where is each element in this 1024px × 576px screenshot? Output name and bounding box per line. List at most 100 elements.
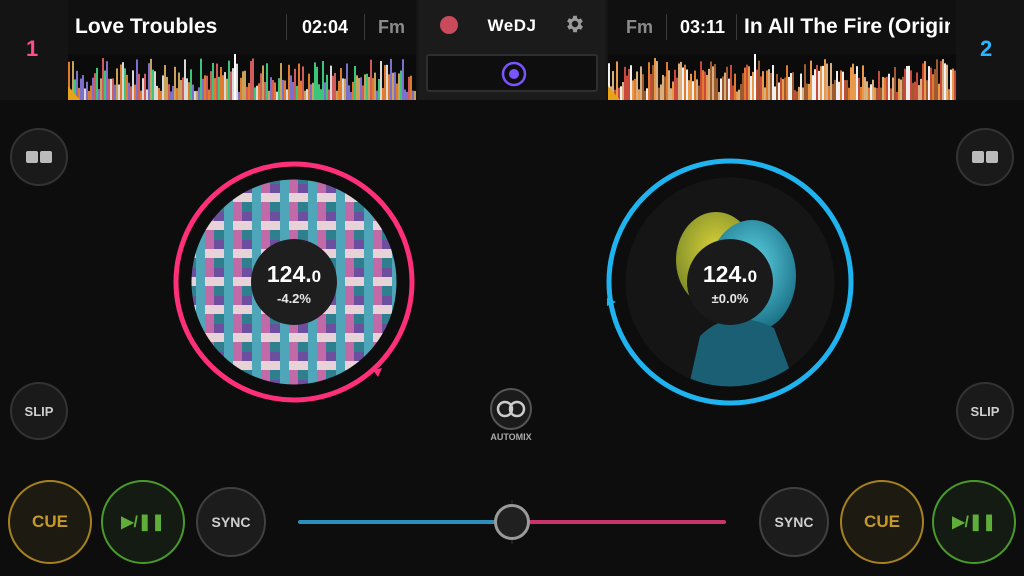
waveform-bar <box>810 60 812 100</box>
divider <box>736 14 737 40</box>
waveform-bar <box>752 71 754 100</box>
top-bar: 1 2 Love Troubles 02:04 Fm WeDJ Fm 03:11… <box>0 0 1024 100</box>
deck-a-split-view-button[interactable] <box>10 128 68 186</box>
waveform-bar <box>702 70 704 100</box>
waveform-bar <box>898 78 900 100</box>
waveform-bar <box>310 84 312 100</box>
waveform-bar <box>196 90 198 100</box>
waveform-bar <box>764 87 766 100</box>
deck-b-waveform[interactable] <box>608 54 956 100</box>
waveform-bar <box>116 68 118 100</box>
waveform-bar <box>368 76 370 100</box>
waveform-bar <box>704 71 706 100</box>
waveform-bar <box>776 73 778 100</box>
deck-a-pitch: -4.2% <box>277 291 311 306</box>
waveform-bar <box>296 85 298 100</box>
waveform-bar <box>158 87 160 100</box>
deck-a-slip-button[interactable]: SLIP <box>10 382 68 440</box>
waveform-bar <box>254 87 256 100</box>
waveform-bar <box>826 63 828 100</box>
waveform-bar <box>224 72 226 100</box>
waveform-bar <box>232 68 234 100</box>
deck-b-jog-wheel[interactable]: 124.0 ±0.0% <box>604 156 856 408</box>
waveform-bar <box>720 78 722 100</box>
deck-a-track-title: Love Troubles <box>75 15 218 38</box>
center-panel: WeDJ <box>418 0 606 100</box>
waveform-bar <box>222 75 224 100</box>
deck-a-waveform[interactable] <box>68 54 416 100</box>
waveform-bar <box>892 77 894 100</box>
waveform-bar <box>912 82 914 100</box>
waveform-bar <box>184 59 186 100</box>
deck-a-jog-wheel[interactable]: 124.0 -4.2% <box>168 156 420 408</box>
deck-b-slip-button[interactable]: SLIP <box>956 382 1014 440</box>
waveform-bar <box>948 89 950 100</box>
waveform-bar <box>132 70 134 100</box>
waveform-bar <box>88 90 90 100</box>
waveform-bar <box>938 83 940 100</box>
waveform-bar <box>330 65 332 100</box>
waveform-bar <box>314 62 316 100</box>
waveform-bar <box>282 79 284 100</box>
waveform-bar <box>744 67 746 100</box>
waveform-bar <box>298 63 300 100</box>
waveform-bar <box>904 68 906 100</box>
waveform-bar <box>866 81 868 100</box>
deck-a-bpm: 124. <box>266 261 312 287</box>
waveform-bar <box>176 88 178 100</box>
waveform-bar <box>212 62 214 100</box>
waveform-bar <box>868 87 870 100</box>
waveform-bar <box>260 73 262 100</box>
waveform-bar <box>264 81 266 100</box>
waveform-bar <box>890 88 892 100</box>
waveform-bar <box>164 65 166 100</box>
waveform-bar <box>412 90 414 100</box>
deck-a-play-pause-button[interactable]: ▶/❚❚ <box>101 480 185 564</box>
center-mode-button[interactable] <box>426 54 598 92</box>
waveform-bar <box>170 91 172 100</box>
deck-a-cue-button[interactable]: CUE <box>8 480 92 564</box>
waveform-bar <box>878 70 880 100</box>
waveform-bar <box>400 70 402 100</box>
waveform-bar <box>848 87 850 100</box>
waveform-bar <box>198 87 200 100</box>
deck-b-sync-button[interactable]: SYNC <box>759 487 829 557</box>
waveform-bar <box>756 69 758 100</box>
automix-button[interactable]: AUTOMIX <box>478 388 544 444</box>
waveform-bar <box>136 59 138 100</box>
waveform-bar <box>364 74 366 100</box>
waveform-bar <box>216 63 218 100</box>
waveform-bar <box>874 87 876 100</box>
waveform-bar <box>662 74 664 100</box>
waveform-bar <box>110 78 112 100</box>
waveform-bar <box>378 78 380 100</box>
waveform-bar <box>194 91 196 100</box>
waveform-bar <box>620 86 622 100</box>
deck-a-track-info[interactable]: Love Troubles 02:04 Fm <box>68 0 416 54</box>
waveform-bar <box>944 63 946 100</box>
waveform-bar <box>774 86 776 100</box>
waveform-bar <box>352 81 354 100</box>
waveform-bar <box>360 77 362 100</box>
deck-b-play-pause-button[interactable]: ▶/❚❚ <box>932 480 1016 564</box>
waveform-bar <box>174 66 176 100</box>
waveform-bar <box>188 82 190 100</box>
waveform-bar <box>670 88 672 100</box>
waveform-bar <box>328 89 330 100</box>
waveform-bar <box>924 61 926 100</box>
deck-b-track-info[interactable]: Fm 03:11 In All The Fire (Origin <box>608 0 956 54</box>
crossfader[interactable] <box>298 500 726 544</box>
deck-a-sync-button[interactable]: SYNC <box>196 487 266 557</box>
waveform-bar <box>230 71 232 100</box>
waveform-bar <box>876 88 878 100</box>
deck-b-cue-button[interactable]: CUE <box>840 480 924 564</box>
waveform-bar <box>246 86 248 100</box>
waveform-bar <box>822 65 824 100</box>
crossfader-knob[interactable] <box>494 504 530 540</box>
waveform-bar <box>382 88 384 100</box>
waveform-bar <box>276 91 278 100</box>
deck-b-split-view-button[interactable] <box>956 128 1014 186</box>
gear-icon[interactable] <box>564 13 586 35</box>
waveform-bar <box>316 66 318 100</box>
waveform-bar <box>214 78 216 100</box>
